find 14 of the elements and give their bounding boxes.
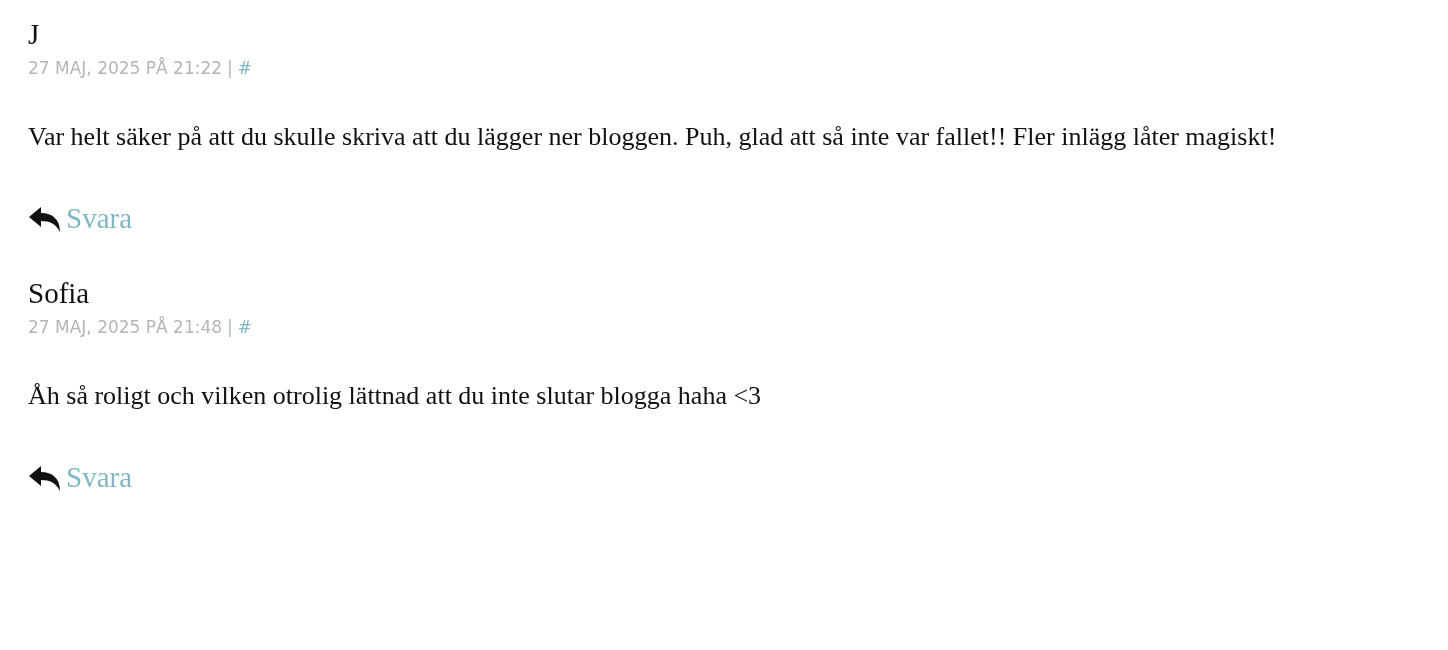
comment-author: Sofia (28, 276, 90, 311)
comment-text: Åh så roligt och vilken otrolig lättnad att du inte slutar blogga haha <3 (28, 380, 763, 412)
separator: | (227, 58, 233, 78)
reply-link[interactable]: Svara (66, 461, 133, 494)
separator: | (227, 317, 233, 337)
comment-date: 27 MAJ, 2025 PÅ 21:22 (28, 58, 223, 78)
reply-link[interactable]: Svara (66, 202, 133, 235)
comment-text: Var helt säker på att du skulle skriva att du lägger ner bloggen. Puh, glad att så inte var fallet!! Fler inlägg låter magiskt! (28, 121, 1278, 153)
reply-icon (28, 204, 62, 233)
comment-date: 27 MAJ, 2025 PÅ 21:48 (28, 317, 223, 337)
permalink[interactable]: # (237, 317, 253, 337)
permalink[interactable]: # (237, 58, 253, 78)
reply-icon (28, 463, 62, 492)
comment-author: J (28, 17, 40, 52)
